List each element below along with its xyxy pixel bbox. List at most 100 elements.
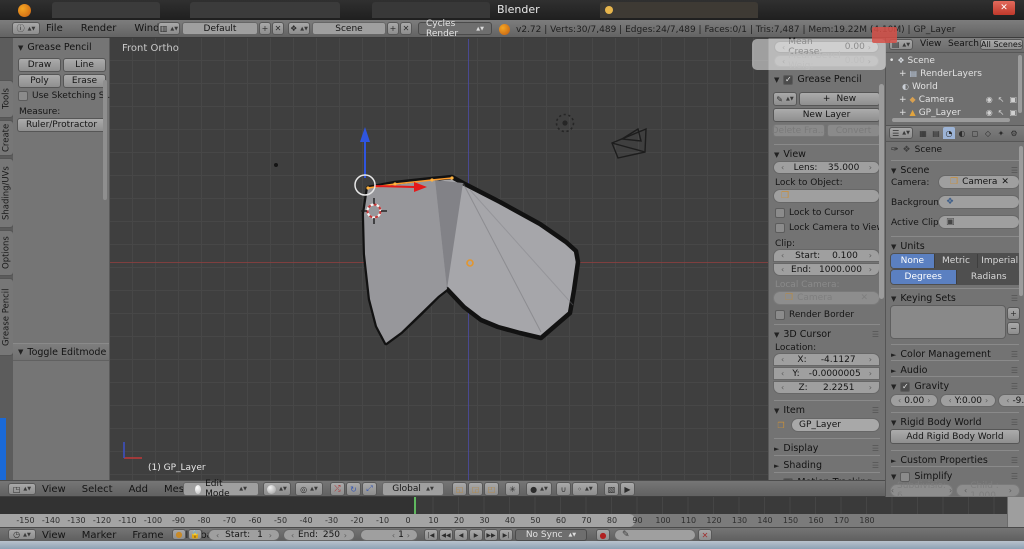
next-keyframe-button[interactable]: ▶▶ — [484, 529, 498, 541]
toggle-editmode-panel-header[interactable]: ▼ Toggle Editmode — [13, 343, 109, 361]
render-border-row[interactable]: Render Border — [775, 310, 854, 320]
pivot-point-select[interactable]: ◎▲▼ — [295, 482, 323, 496]
shelf-tab-create[interactable]: Create — [0, 120, 14, 156]
keying-set-field[interactable]: ✎ — [614, 529, 696, 541]
grease-pencil-panel-header[interactable]: ▼ Grease Pencil — [18, 42, 104, 53]
keying-remove-button[interactable]: − — [1007, 322, 1020, 335]
cursor-x-field[interactable]: X: -4.1127 — [773, 353, 880, 366]
info-menu-file[interactable]: File — [46, 23, 63, 34]
cursor-3d-panel-header[interactable]: ▼ 3D Cursor ☰ — [774, 324, 880, 340]
stroke-point[interactable] — [366, 186, 369, 189]
tab-constraints[interactable]: ◇ — [982, 127, 994, 139]
render-engine-select[interactable]: Cycles Render▲▼ — [418, 22, 492, 35]
gravity-field-y[interactable]: Y:0.00 — [940, 394, 996, 407]
restrict-render-icon[interactable]: ▣ — [1009, 95, 1017, 104]
tab-render-layers[interactable]: ▤ — [930, 127, 942, 139]
cursor-y-field[interactable]: Y: -0.0000005 — [773, 367, 880, 380]
unit-system-toggle[interactable]: NoneMetricImperial — [890, 253, 1022, 269]
clip-end-field[interactable]: End: 1000.000 — [773, 263, 880, 276]
expander-icon[interactable]: + — [899, 95, 907, 105]
stroke-point[interactable] — [450, 176, 453, 179]
add-rigid-body-button[interactable]: Add Rigid Body World — [890, 429, 1020, 444]
outliner-item-label[interactable]: RenderLayers — [920, 69, 982, 79]
lock-camera-row[interactable]: Lock Camera to View — [775, 223, 884, 233]
outliner-item-label[interactable]: World — [912, 82, 938, 92]
timeline-ruler[interactable]: -150-140-130-120-110-100-90-80-70-60-50-… — [0, 514, 1007, 527]
jump-end-button[interactable]: ▶| — [499, 529, 513, 541]
local-camera-field[interactable]: ❒ Camera ✕ — [773, 291, 880, 305]
tab-physics[interactable]: ✦ — [995, 127, 1007, 139]
tab-object[interactable]: ◻ — [969, 127, 981, 139]
restrict-view-icon[interactable]: ◉ — [986, 95, 993, 104]
unit-imperial[interactable]: Imperial — [978, 254, 1021, 268]
custom-properties-panel-header[interactable]: ► Custom Properties ☰ — [891, 450, 1019, 466]
sketch-sessions-checkbox[interactable] — [18, 91, 28, 101]
lamp-object[interactable] — [557, 115, 574, 132]
scene-camera-field[interactable]: ❒ Camera ✕ — [938, 175, 1020, 189]
manipulator-x-arrow[interactable] — [374, 186, 414, 187]
new-layer-button[interactable]: New Layer — [773, 108, 880, 122]
lock-to-cursor-checkbox[interactable] — [775, 208, 785, 218]
display-panel-header[interactable]: ► Display ☰ — [774, 438, 880, 454]
view-panel-header[interactable]: ▼ View — [774, 144, 880, 160]
camera-object[interactable] — [612, 129, 646, 158]
timeline-menu-frame[interactable]: Frame — [132, 530, 163, 541]
poly-tool-button[interactable]: Poly — [18, 74, 61, 88]
rotation-degrees[interactable]: Degrees — [891, 270, 957, 284]
proportional-edit-button[interactable]: ◱ — [452, 482, 467, 496]
editor-type-selector[interactable]: ⓘ▲▼ — [12, 22, 40, 35]
frame-end-field[interactable]: End: 250 — [283, 529, 355, 541]
tab-render[interactable]: ▦ — [917, 127, 929, 139]
transform-orientation-select[interactable]: Global ▲▼ — [382, 482, 444, 496]
restrict-render-icon[interactable]: ▣ — [1009, 108, 1017, 117]
outliner-item-label[interactable]: Scene — [907, 56, 934, 66]
shelf-tab-tools[interactable]: Tools — [0, 80, 14, 118]
outliner-menu-search[interactable]: Search — [948, 39, 979, 49]
current-frame-field[interactable]: 1 — [360, 529, 418, 541]
auto-keyframe-button[interactable]: ● — [596, 529, 610, 541]
magnet-snap-button[interactable]: ∪ — [556, 482, 571, 496]
clear-icon[interactable]: ✕ — [1001, 177, 1009, 187]
play-reverse-button[interactable]: ◀ — [454, 529, 468, 541]
outliner-item-world[interactable]: ◐World — [889, 80, 1017, 93]
ruler-protractor-button[interactable]: Ruler/Protractor — [17, 118, 106, 132]
shelf-tab-shading-uvs[interactable]: Shading/UVs — [0, 158, 14, 228]
restrict-select-icon[interactable]: ↖ — [998, 108, 1005, 117]
mode-select[interactable]: Edit Mode ▲▼ — [183, 482, 259, 496]
view3d-menu-select[interactable]: Select — [82, 484, 113, 495]
screen-layout-field[interactable]: Default — [182, 22, 258, 35]
scene-panel-header[interactable]: ▼ Scene ☰ — [891, 160, 1019, 176]
browser-tab[interactable] — [190, 2, 340, 18]
snap-element-button[interactable]: ✳ — [505, 482, 520, 496]
browser-tab[interactable] — [372, 2, 490, 18]
item-panel-header[interactable]: ▼ Item ☰ — [774, 400, 880, 416]
grease-pencil-checkbox[interactable]: ✓ — [783, 75, 793, 85]
lens-field[interactable]: Lens: 35.000 — [773, 161, 880, 174]
unit-none[interactable]: None — [891, 254, 935, 268]
view3d-menu-add[interactable]: Add — [129, 484, 148, 495]
close-layout-button[interactable]: ✕ — [272, 22, 284, 35]
sync-mode-select[interactable]: No Sync ▲▼ — [515, 529, 587, 541]
outliner-menu-view[interactable]: View — [920, 39, 941, 49]
gravity-field-x[interactable]: 0.00 — [890, 394, 938, 407]
timeline-corner-widget[interactable] — [1007, 497, 1024, 527]
erase-tool-button[interactable]: Erase — [63, 74, 106, 88]
cursor-z-field[interactable]: Z: 2.2251 — [773, 381, 880, 394]
info-menu-render[interactable]: Render — [81, 23, 117, 34]
shading-panel-header[interactable]: ► Shading ☰ — [774, 455, 880, 471]
background-field[interactable]: ❖ — [938, 195, 1020, 209]
viewport-shading-select[interactable]: ▲▼ — [263, 482, 291, 496]
units-panel-header[interactable]: ▼ Units — [891, 236, 1019, 252]
lock-camera-checkbox[interactable] — [775, 223, 785, 233]
gravity-panel-header[interactable]: ▼ ✓ Gravity ☰ — [891, 376, 1019, 392]
sketch-sessions-row[interactable]: Use Sketching S... — [18, 91, 113, 101]
view3d-editor-selector[interactable]: ◳▲▼ — [8, 483, 36, 495]
lock-toggle-button[interactable]: 🔒 — [188, 529, 202, 540]
prev-keyframe-button[interactable]: ◀◀ — [439, 529, 453, 541]
timeline-editor-selector[interactable]: ◷▲▼ — [8, 529, 36, 540]
outliner-item-camera[interactable]: +◆Camera◉↖▣ — [889, 93, 1017, 106]
close-scene-button[interactable]: ✕ — [400, 22, 412, 35]
pin-icon[interactable]: ✑ — [891, 145, 899, 155]
properties-scrollbar[interactable] — [1019, 146, 1023, 296]
play-button[interactable]: ▶ — [469, 529, 483, 541]
